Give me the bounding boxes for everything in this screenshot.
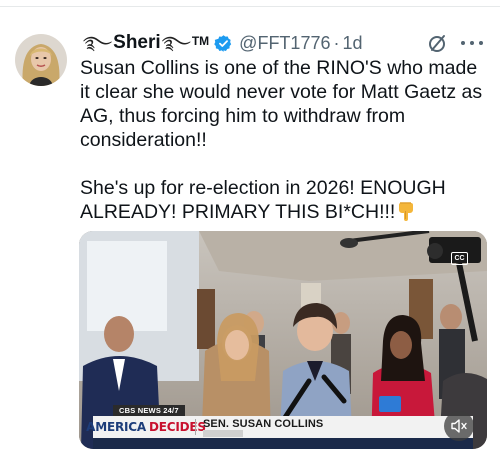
avatar[interactable] — [15, 34, 67, 86]
video-player[interactable]: CC CBS NEWS 24/7 AMERICA DECIDES SEN. SU… — [79, 231, 487, 449]
pointing-down-hand-icon — [399, 202, 414, 221]
tweet-paragraph-2: She's up for re-election in 2026! ENOUGH… — [80, 176, 492, 224]
mute-icon[interactable] — [444, 411, 474, 441]
news-lower-third: CBS NEWS 24/7 AMERICA DECIDES SEN. SUSAN… — [79, 405, 487, 449]
author-name[interactable]: Sheri — [113, 32, 161, 54]
swirl-ornament-icon: ࿐ — [161, 33, 191, 53]
tweet-text: Susan Collins is one of the RINO'S who m… — [80, 56, 492, 224]
america-decides-logo: AMERICA DECIDES — [86, 420, 206, 434]
separator-dot: · — [333, 32, 340, 53]
top-divider — [0, 6, 500, 7]
lower-third-subtitle — [203, 430, 243, 437]
cbs-news-tag: CBS NEWS 24/7 — [113, 405, 185, 416]
grok-icon[interactable] — [427, 32, 449, 54]
news-ticker — [93, 438, 473, 449]
closed-captions-icon[interactable]: CC — [451, 252, 468, 265]
lower-third-divider — [195, 419, 196, 435]
tweet-paragraph-2-text: She's up for re-election in 2026! ENOUGH… — [80, 177, 446, 223]
tweet-paragraph-1: Susan Collins is one of the RINO'S who m… — [80, 57, 483, 151]
trademark-mark: TM — [191, 34, 210, 48]
more-options-icon[interactable] — [461, 33, 483, 53]
verified-badge-icon — [214, 34, 232, 52]
swirl-ornament-icon: ࿐ — [83, 33, 113, 53]
author-handle[interactable]: @FFT1776 — [239, 33, 330, 54]
timestamp[interactable]: 1d — [342, 33, 362, 54]
